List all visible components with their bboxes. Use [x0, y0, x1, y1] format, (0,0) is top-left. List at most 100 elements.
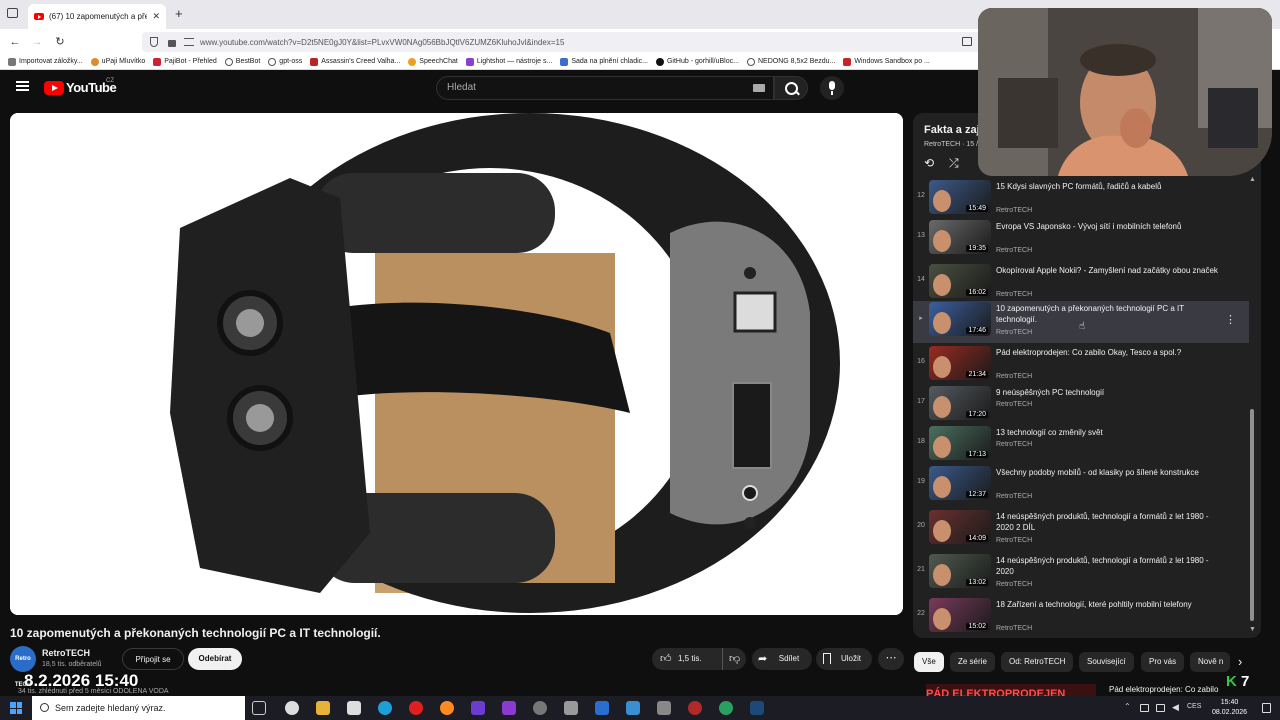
- app-icon[interactable]: [657, 701, 671, 715]
- bookmark-item[interactable]: Importovat záložky...: [8, 57, 83, 66]
- filter-chip[interactable]: Od: RetroTECH: [1001, 652, 1074, 672]
- bookmark-item[interactable]: Assassin's Creed Valha...: [310, 57, 400, 66]
- search-button[interactable]: [774, 76, 808, 100]
- bookmark-item[interactable]: BestBot: [224, 57, 260, 66]
- app-icon[interactable]: [564, 701, 578, 715]
- file-explorer-icon[interactable]: [316, 701, 330, 715]
- playlist-item-title[interactable]: Všechny podoby mobilů - od klasiky po ší…: [996, 467, 1226, 478]
- bookmark-item[interactable]: SpeechChat: [408, 57, 458, 66]
- opera-icon[interactable]: [409, 701, 423, 715]
- app-icon[interactable]: [626, 701, 640, 715]
- shuffle-icon[interactable]: ⤮: [949, 156, 959, 171]
- playlist-item[interactable]: 14 16:02 Okopíroval Apple Nokii? - Zamyšle…: [913, 263, 1249, 305]
- playlist-item-thumbnail[interactable]: 17:13: [929, 426, 991, 460]
- youtube-logo-icon[interactable]: [44, 81, 64, 95]
- volume-icon[interactable]: ◀: [1172, 702, 1179, 713]
- filter-chip[interactable]: Nově n: [1190, 652, 1230, 672]
- playlist-item-thumbnail[interactable]: 15:49: [929, 180, 991, 214]
- reload-icon[interactable]: ↻: [53, 35, 67, 49]
- monitor-icon[interactable]: [1156, 704, 1165, 712]
- playlist-item-thumbnail[interactable]: 12:37: [929, 466, 991, 500]
- bookmark-item[interactable]: gpt-oss: [268, 57, 302, 66]
- new-tab-icon[interactable]: +: [175, 6, 183, 21]
- playlist-item-thumbnail[interactable]: 17:46: [929, 302, 991, 336]
- edge-icon[interactable]: [378, 701, 392, 715]
- tray-up-icon[interactable]: ⌃: [1124, 702, 1131, 711]
- filter-chip[interactable]: Pro vás: [1141, 652, 1185, 672]
- close-tab-icon[interactable]: ✕: [152, 11, 160, 22]
- playlist-item-thumbnail[interactable]: 16:02: [929, 264, 991, 298]
- filter-chip[interactable]: Vše: [914, 652, 944, 672]
- forward-icon[interactable]: →: [30, 35, 44, 49]
- playlist-item[interactable]: 20 14:09 14 neúspěšných produktů, technolo…: [913, 509, 1249, 551]
- search-input[interactable]: Hledat: [436, 76, 774, 100]
- channel-name[interactable]: RetroTECH: [42, 648, 90, 658]
- back-icon[interactable]: ←: [8, 35, 22, 49]
- tab-list-icon[interactable]: [7, 8, 18, 18]
- item-menu-icon[interactable]: ⋮: [1225, 313, 1236, 326]
- playlist-item[interactable]: 13 19:35 Evropa VS Japonsko - Vývoj sítí i…: [913, 219, 1249, 261]
- channel-avatar[interactable]: Retro TECH: [10, 646, 36, 688]
- recommendation-title[interactable]: Pád elektroprodejen: Co zabilo: [1109, 685, 1218, 694]
- playlist-item[interactable]: 17 17:20 9 neúspěšných PC technologií Retro…: [913, 385, 1249, 427]
- app-icon[interactable]: [719, 701, 733, 715]
- store-icon[interactable]: [347, 701, 361, 715]
- app-icon[interactable]: [471, 701, 485, 715]
- app-icon[interactable]: [688, 701, 702, 715]
- playlist-item-thumbnail[interactable]: 17:20: [929, 386, 991, 420]
- notifications-icon[interactable]: [1262, 703, 1271, 713]
- recommendation-thumbnail[interactable]: PÁD ELEKTROPRODEJEN: [926, 684, 1096, 696]
- keyboard-language[interactable]: CES: [1187, 703, 1201, 710]
- loop-icon[interactable]: ⟲: [924, 156, 934, 170]
- filter-chip[interactable]: Ze série: [950, 652, 995, 672]
- playlist-item[interactable]: 22 15:02 18 Zařízení a technologií, které …: [913, 597, 1249, 638]
- subscribe-button[interactable]: Odebírat: [188, 648, 242, 670]
- video-player[interactable]: [10, 113, 903, 615]
- playlist-item-thumbnail[interactable]: 15:02: [929, 598, 991, 632]
- task-view-icon[interactable]: [252, 701, 266, 715]
- playlist-item-thumbnail[interactable]: 14:09: [929, 510, 991, 544]
- playlist-item-title[interactable]: 14 neúspěšných produktů, technologií a f…: [996, 511, 1226, 533]
- playlist-item[interactable]: 21 13:02 14 neúspěšných produktů, technolo…: [913, 553, 1249, 595]
- firefox-icon[interactable]: [440, 701, 454, 715]
- playlist-item[interactable]: 16 21:34 Pád elektroprodejen: Co zabilo Ok…: [913, 345, 1249, 387]
- menu-icon[interactable]: [16, 81, 29, 91]
- like-button[interactable]: 👍︎ 1,5 tis. 👎︎: [652, 648, 746, 670]
- playlist-item-thumbnail[interactable]: 21:34: [929, 346, 991, 380]
- playlist-item[interactable]: 12 15:49 15 Kdysi slavných PC formátů, řad…: [913, 179, 1249, 221]
- app-icon[interactable]: [595, 701, 609, 715]
- more-actions-icon[interactable]: ⋯: [878, 648, 904, 670]
- taskbar-clock[interactable]: 15:40 08.02.2026: [1212, 698, 1247, 718]
- address-bar[interactable]: www.youtube.com/watch?v=D2t5NE0gJ0Y&list…: [142, 32, 1002, 52]
- app-icon[interactable]: [502, 701, 516, 715]
- playlist-item[interactable]: 18 17:13 13 technologií co změnily svět Ret…: [913, 425, 1249, 467]
- filter-chip[interactable]: Související: [1079, 652, 1134, 672]
- chips-next-icon[interactable]: ›: [1238, 654, 1242, 669]
- bookmark-item[interactable]: Sada na plnění chladic...: [560, 57, 648, 66]
- playlist-item-title[interactable]: 10 zapomenutých a překonaných technologi…: [996, 303, 1226, 325]
- app-icon[interactable]: [533, 701, 547, 715]
- playlist-item-title[interactable]: 15 Kdysi slavných PC formátů, řadičů a k…: [996, 181, 1226, 192]
- share-button[interactable]: ➦ Sdílet: [752, 648, 812, 670]
- playlist-item-title[interactable]: 14 neúspěšných produktů, technologií a f…: [996, 555, 1226, 577]
- keyboard-icon[interactable]: [753, 84, 765, 92]
- join-button[interactable]: Připojit se: [122, 648, 184, 670]
- dislike-icon[interactable]: 👎︎: [722, 648, 740, 670]
- browser-tab[interactable]: (67) 10 zapomenutých a překon ✕: [28, 4, 166, 29]
- playlist-item-title[interactable]: 9 neúspěšných PC technologií: [996, 387, 1226, 398]
- playlist-item-title[interactable]: 13 technologií co změnily svět: [996, 427, 1226, 438]
- bookmark-item[interactable]: GitHub - gorhill/uBloc...: [655, 57, 739, 66]
- taskbar-search-input[interactable]: Sem zadejte hledaný výraz.: [32, 696, 245, 720]
- playlist-item-title[interactable]: Evropa VS Japonsko - Vývoj sítí i mobiln…: [996, 221, 1226, 232]
- playlist-item[interactable]: ▸ 17:46 10 zapomenutých a překonaných tech…: [913, 301, 1249, 343]
- playlist-item-title[interactable]: Pád elektroprodejen: Co zabilo Okay, Tes…: [996, 347, 1226, 358]
- windows-start-icon[interactable]: [10, 702, 22, 714]
- bookmark-item[interactable]: uPaji Mluvítko: [90, 57, 145, 66]
- network-icon[interactable]: [1140, 704, 1149, 712]
- playlist-item-title[interactable]: 18 Zařízení a technologií, které pohltil…: [996, 599, 1226, 610]
- bookmark-item[interactable]: Lightshot — nástroje s...: [465, 57, 552, 66]
- playlist-item-title[interactable]: Okopíroval Apple Nokii? - Zamyšlení nad …: [996, 265, 1226, 276]
- reader-view-icon[interactable]: [962, 37, 972, 46]
- bookmark-item[interactable]: Windows Sandbox po ...: [843, 57, 930, 66]
- steam-icon[interactable]: [750, 701, 764, 715]
